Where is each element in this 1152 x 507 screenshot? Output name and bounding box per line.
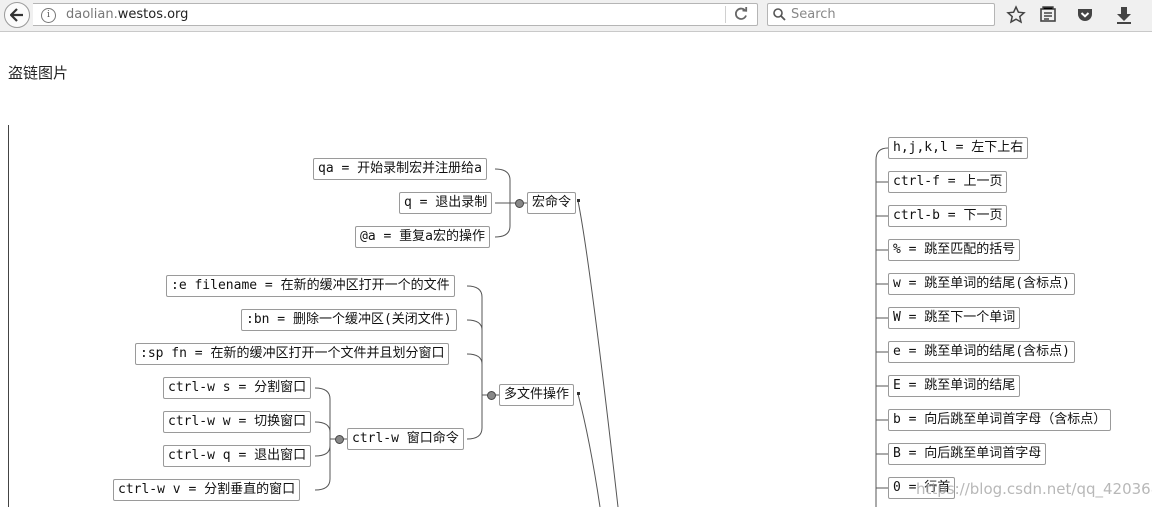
movement-item: b = 向后跳至单词首字母（含标点）: [888, 409, 1112, 431]
movement-item: ctrl-f = 上一页: [888, 171, 1008, 193]
window-command-node: ctrl-w 窗口命令: [347, 428, 464, 450]
window-command-item: ctrl-w w = 切换窗口: [163, 411, 312, 433]
multifile-item: :bn = 删除一个缓冲区(关闭文件): [241, 309, 457, 331]
macro-item: q = 退出录制: [399, 192, 493, 214]
watermark: https://blog.csdn.net/qq_42036824: [916, 480, 1152, 498]
macro-item: qa = 开始录制宏并注册给a: [313, 158, 487, 180]
macro-item: @a = 重复a宏的操作: [355, 226, 490, 248]
window-command-item: ctrl-w q = 退出窗口: [163, 445, 312, 467]
movement-item: E = 跳至单词的结尾: [888, 375, 1021, 397]
macro-node: 宏命令: [527, 192, 577, 214]
movement-item: w = 跳至单词的结尾(含标点): [888, 273, 1075, 295]
movement-item: e = 跳至单词的结尾(含标点): [888, 341, 1075, 363]
window-command-item: ctrl-w s = 分割窗口: [163, 377, 312, 399]
window-command-item: ctrl-w v = 分割垂直的窗口: [113, 479, 301, 501]
movement-item: W = 跳至下一个单词: [888, 307, 1021, 329]
multifile-item: :sp fn = 在新的缓冲区打开一个文件并且划分窗口: [135, 343, 450, 365]
movement-item: ctrl-b = 下一页: [888, 205, 1008, 227]
macro-branch-hub: [515, 199, 524, 208]
multifile-item: :e filename = 在新的缓冲区打开一个的文件: [166, 275, 455, 297]
movement-item: % = 跳至匹配的括号: [888, 239, 1021, 261]
movement-item: h,j,k,l = 左下上右: [888, 137, 1029, 159]
movement-item: B = 向后跳至单词首字母: [888, 443, 1047, 465]
window-branch-hub: [335, 435, 344, 444]
multifile-branch-hub: [487, 391, 496, 400]
multifile-node: 多文件操作: [499, 384, 575, 406]
